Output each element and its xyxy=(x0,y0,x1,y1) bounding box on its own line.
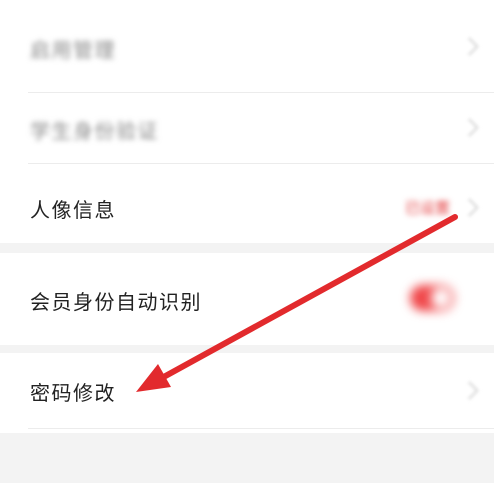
settings-item-student-verification[interactable]: 学生身份验证 xyxy=(0,93,494,163)
settings-item-change-password[interactable]: 密码修改 xyxy=(0,353,494,429)
divider xyxy=(28,428,494,429)
settings-item-label: 会员身份自动识别 xyxy=(30,290,202,314)
settings-item-label: 启用管理 xyxy=(30,38,116,62)
settings-item-label: 学生身份验证 xyxy=(30,119,159,143)
toggle-knob xyxy=(431,288,451,308)
section-gap xyxy=(0,345,494,353)
chevron-right-icon xyxy=(460,381,479,400)
status-text: 已设置 xyxy=(404,199,450,217)
chevron-right-icon xyxy=(460,37,479,56)
settings-item-auto-member-recognition[interactable]: 会员身份自动识别 xyxy=(0,253,494,345)
settings-item-label: 密码修改 xyxy=(30,381,116,405)
section-gap xyxy=(0,243,494,253)
settings-item-portrait-info[interactable]: 人像信息 已设置 xyxy=(0,164,494,243)
chevron-right-icon xyxy=(460,198,479,217)
auto-recognition-toggle[interactable] xyxy=(410,285,454,311)
settings-item-admin[interactable]: 启用管理 xyxy=(0,0,494,92)
settings-item-label: 人像信息 xyxy=(30,198,116,222)
settings-list: 启用管理 学生身份验证 人像信息 已设置 会员身份自动识别 密码修改 xyxy=(0,0,494,433)
chevron-right-icon xyxy=(460,118,479,137)
